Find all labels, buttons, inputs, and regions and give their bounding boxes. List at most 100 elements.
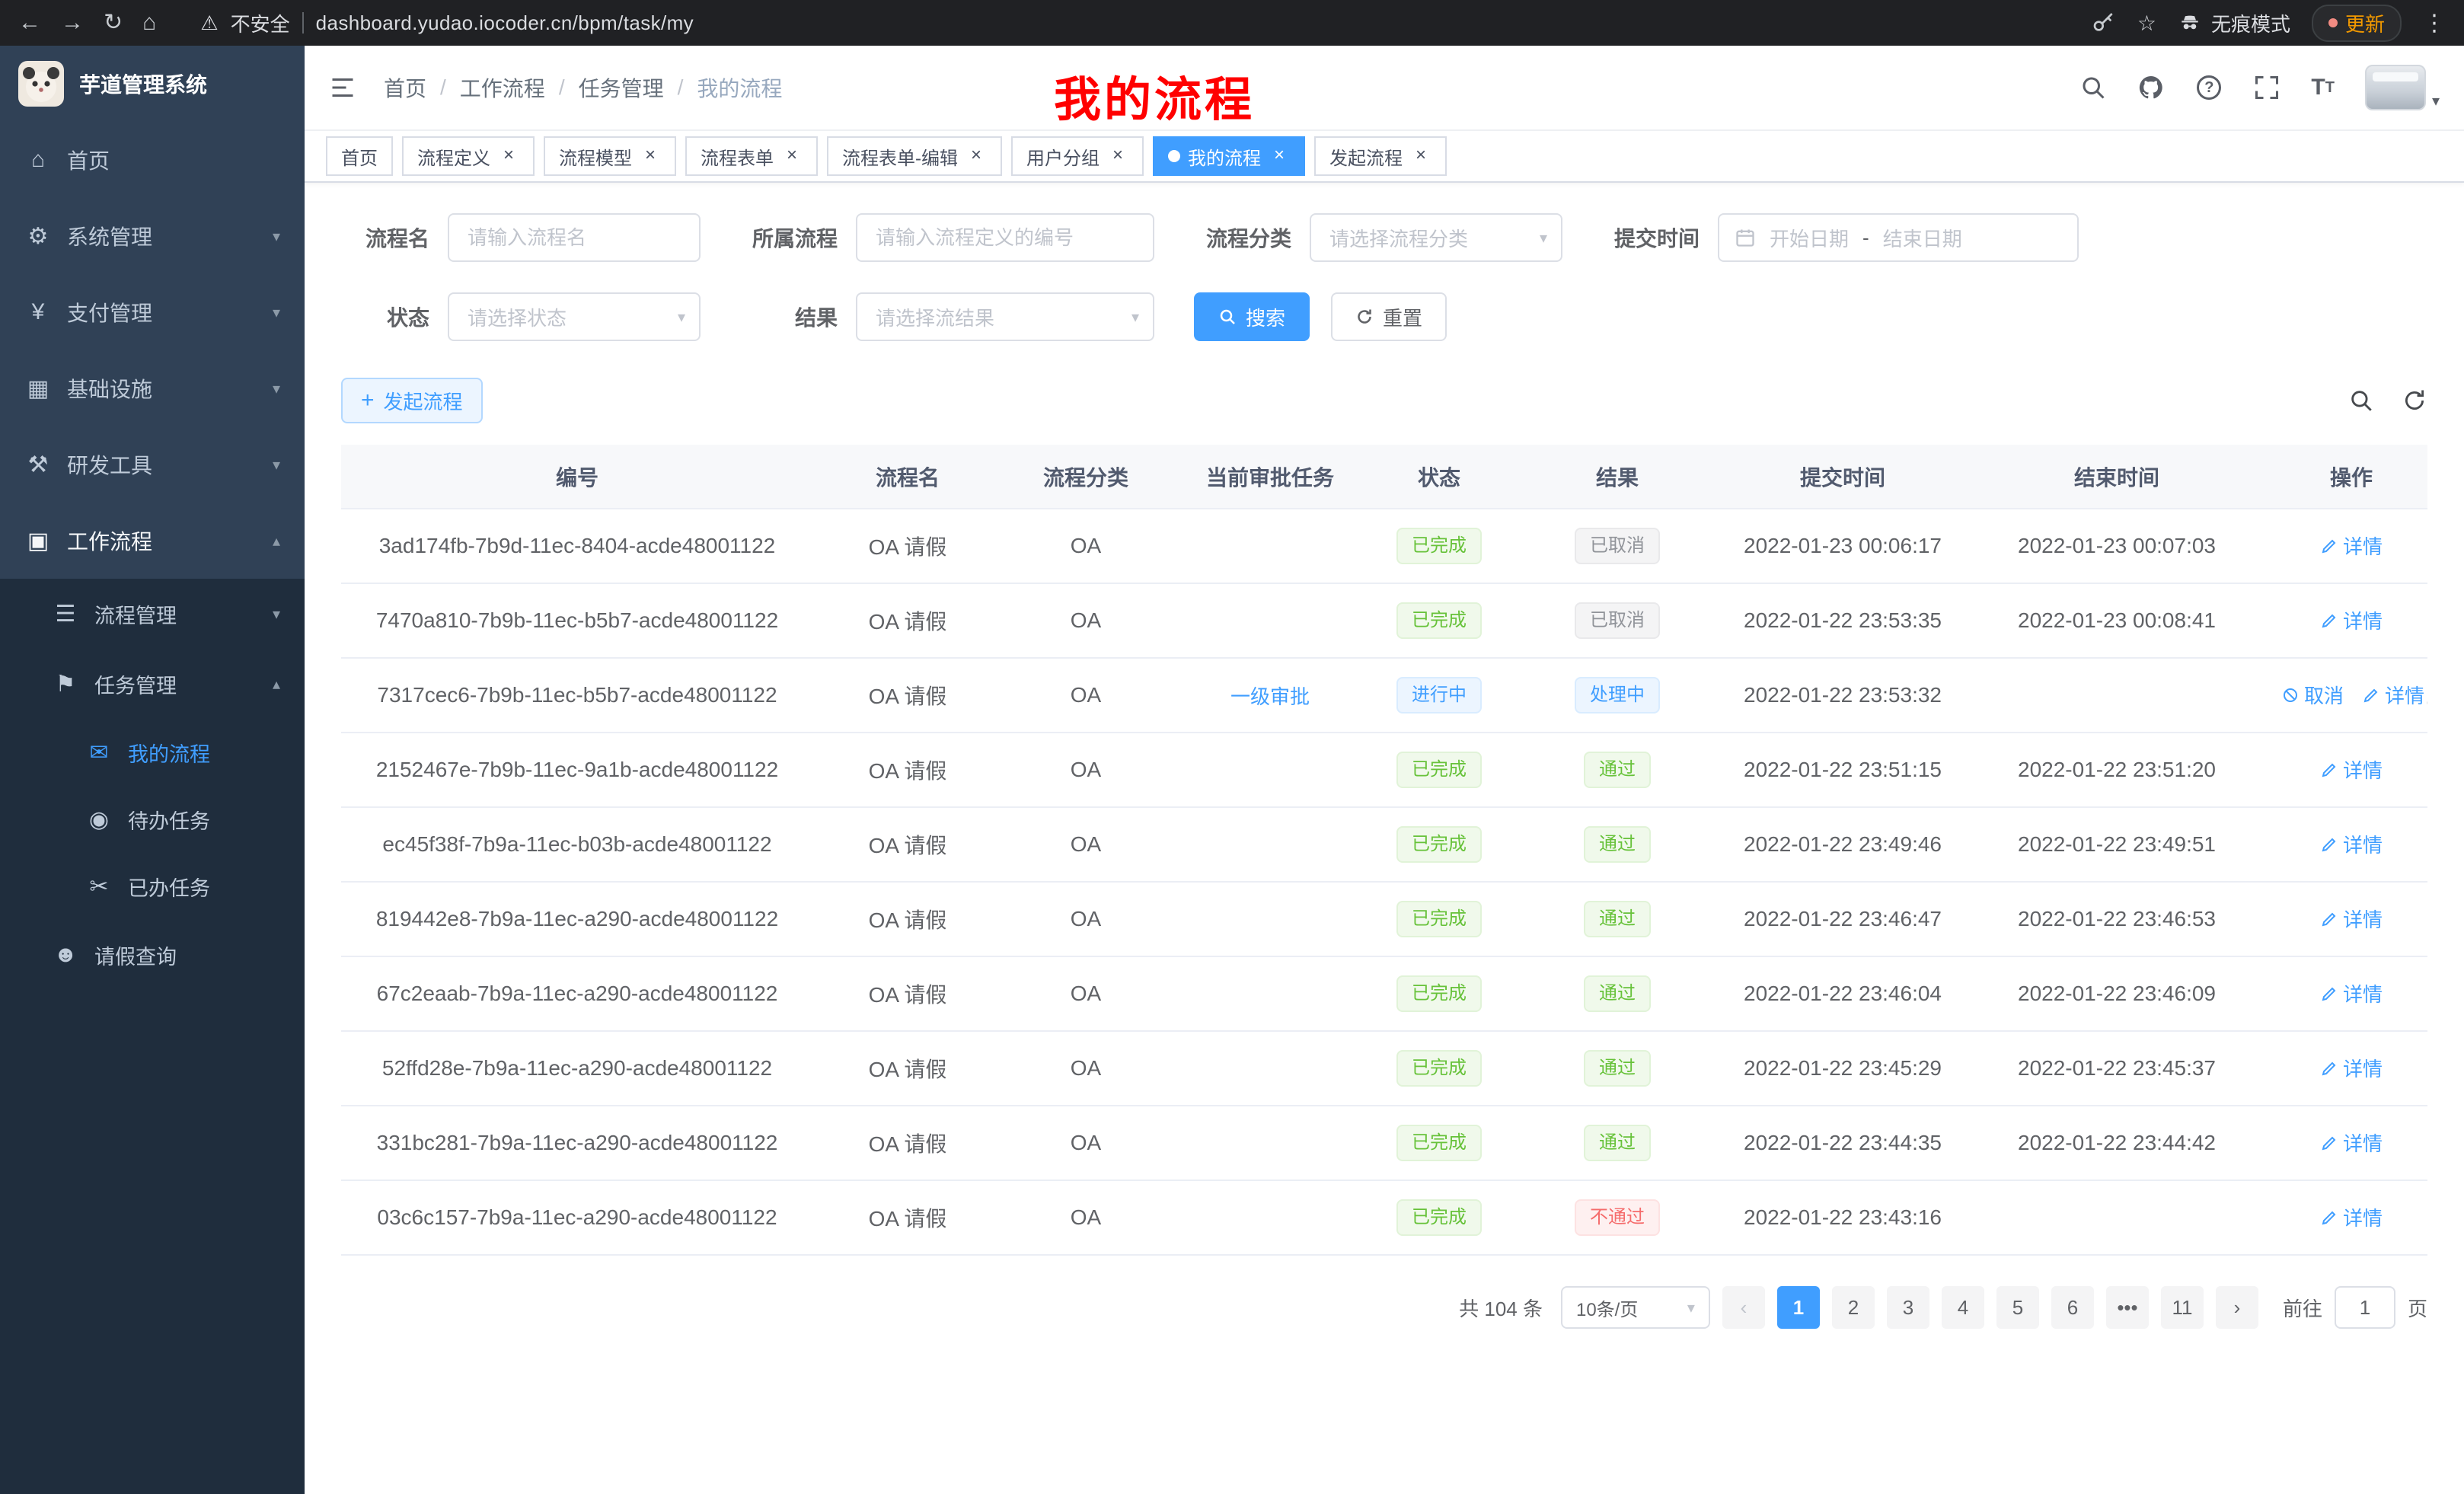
browser-forward-icon[interactable]: → xyxy=(61,11,84,34)
sidebar-item-payment[interactable]: ¥ 支付管理 ▾ xyxy=(0,274,305,350)
create-process-button[interactable]: + 发起流程 xyxy=(341,378,483,423)
address-bar[interactable]: ⚠ 不安全 dashboard.yudao.iocoder.cn/bpm/tas… xyxy=(200,9,694,37)
breadcrumb-workflow[interactable]: 工作流程 xyxy=(460,72,545,103)
close-icon[interactable]: × xyxy=(781,145,803,167)
more-pages-button[interactable]: ••• xyxy=(2106,1286,2149,1329)
goto-page-input[interactable] xyxy=(2335,1286,2395,1329)
detail-link[interactable]: 详情 xyxy=(2320,830,2383,858)
cell-submit-time: 2022-01-22 23:46:04 xyxy=(1727,956,1958,1031)
detail-link[interactable]: 详情 xyxy=(2320,1128,2383,1157)
table-row: 2152467e-7b9b-11ec-9a1b-acde48001122 OA … xyxy=(341,733,2427,807)
close-icon[interactable]: × xyxy=(1107,145,1128,167)
detail-link[interactable]: 详情 xyxy=(2320,979,2383,1007)
page-button-11[interactable]: 11 xyxy=(2161,1286,2204,1329)
status-select[interactable]: 请选择状态 ▾ xyxy=(448,292,701,341)
detail-link[interactable]: 详情 xyxy=(2320,905,2383,933)
font-size-icon[interactable]: TT xyxy=(2311,74,2335,101)
next-page-button[interactable]: › xyxy=(2216,1286,2258,1329)
detail-link[interactable]: 详情 xyxy=(2320,606,2383,634)
process-definition-input[interactable] xyxy=(856,213,1154,262)
current-task-link[interactable]: 一级审批 xyxy=(1230,682,1310,710)
detail-link[interactable]: 详情 xyxy=(2362,681,2424,709)
search-icon[interactable] xyxy=(2079,74,2107,101)
page-button-2[interactable]: 2 xyxy=(1832,1286,1875,1329)
close-icon[interactable]: × xyxy=(1269,145,1290,167)
sidebar-item-dev-tools[interactable]: ⚒ 研发工具 ▾ xyxy=(0,426,305,503)
close-icon[interactable]: × xyxy=(965,145,987,167)
tab-my-process[interactable]: 我的流程× xyxy=(1153,136,1305,176)
search-button[interactable]: 搜索 xyxy=(1194,292,1310,341)
sidebar-item-infrastructure[interactable]: ▦ 基础设施 ▾ xyxy=(0,350,305,426)
cell-name: OA 请假 xyxy=(813,658,1002,733)
detail-link[interactable]: 详情 xyxy=(2320,1054,2383,1082)
sidebar-item-task-management[interactable]: ⚑ 任务管理 ▴ xyxy=(0,649,305,719)
process-name-input[interactable] xyxy=(448,213,701,262)
page-button-6[interactable]: 6 xyxy=(2051,1286,2094,1329)
browser-menu-icon[interactable]: ⋮ xyxy=(2423,10,2446,37)
parent-process-label: 所属流程 xyxy=(740,222,838,253)
status-badge: 已完成 xyxy=(1396,1125,1482,1161)
tab-process-form[interactable]: 流程表单× xyxy=(685,136,818,176)
status-badge: 已完成 xyxy=(1396,1050,1482,1087)
bookmark-star-icon[interactable]: ☆ xyxy=(2137,11,2156,36)
cell-category: OA xyxy=(1002,583,1170,658)
submit-time-range[interactable]: 开始日期 - 结束日期 xyxy=(1718,213,2079,262)
toggle-search-icon[interactable] xyxy=(2348,388,2374,413)
password-key-icon[interactable] xyxy=(2092,11,2116,35)
reset-button[interactable]: 重置 xyxy=(1331,292,1447,341)
help-icon[interactable]: ? xyxy=(2195,74,2223,101)
sidebar-item-workflow[interactable]: ▣ 工作流程 ▴ xyxy=(0,503,305,579)
browser-reload-icon[interactable]: ↻ xyxy=(104,11,123,34)
breadcrumb-home[interactable]: 首页 xyxy=(384,72,426,103)
table-row: 3ad174fb-7b9d-11ec-8404-acde48001122 OA … xyxy=(341,509,2427,583)
page-button-3[interactable]: 3 xyxy=(1887,1286,1929,1329)
close-icon[interactable]: × xyxy=(640,145,661,167)
cell-category: OA xyxy=(1002,882,1170,956)
close-icon[interactable]: × xyxy=(498,145,519,167)
sidebar-item-home[interactable]: ⌂ 首页 xyxy=(0,122,305,198)
sidebar-item-system[interactable]: ⚙ 系统管理 ▾ xyxy=(0,198,305,274)
tab-start-process[interactable]: 发起流程× xyxy=(1314,136,1447,176)
sidebar-item-process-management[interactable]: ☰ 流程管理 ▾ xyxy=(0,579,305,649)
col-status: 状态 xyxy=(1371,445,1508,509)
github-icon[interactable] xyxy=(2137,74,2165,101)
detail-link[interactable]: 详情 xyxy=(2320,532,2383,560)
tab-process-form-edit[interactable]: 流程表单-编辑× xyxy=(827,136,1002,176)
browser-home-icon[interactable]: ⌂ xyxy=(142,11,156,34)
sidebar-item-leave-query[interactable]: ☻ 请假查询 xyxy=(0,920,305,990)
user-menu[interactable]: ▾ xyxy=(2365,65,2440,110)
main-content: 首页 / 工作流程 / 任务管理 / 我的流程 我的流程 ? xyxy=(305,46,2464,1494)
page-button-1[interactable]: 1 xyxy=(1777,1286,1820,1329)
page-button-4[interactable]: 4 xyxy=(1942,1286,1984,1329)
refresh-icon[interactable] xyxy=(2402,388,2427,413)
tab-home[interactable]: 首页 xyxy=(326,136,393,176)
end-date-placeholder: 结束日期 xyxy=(1883,224,1962,252)
browser-update-button[interactable]: 更新 xyxy=(2312,5,2402,42)
app-logo[interactable]: 芋道管理系统 xyxy=(0,46,305,122)
page-size-select[interactable]: 10条/页 ▾ xyxy=(1561,1286,1710,1329)
page-button-5[interactable]: 5 xyxy=(1996,1286,2039,1329)
sidebar-item-my-process[interactable]: ✉ 我的流程 xyxy=(0,719,305,786)
cell-end-time: 2022-01-23 00:08:41 xyxy=(1958,583,2275,658)
detail-link[interactable]: 详情 xyxy=(2320,1203,2383,1231)
sidebar-item-todo-tasks[interactable]: ◉ 待办任务 xyxy=(0,786,305,853)
result-badge: 通过 xyxy=(1584,826,1651,863)
prev-page-button[interactable]: ‹ xyxy=(1722,1286,1765,1329)
browser-back-icon[interactable]: ← xyxy=(18,11,41,34)
cancel-link[interactable]: 取消 xyxy=(2281,681,2344,709)
category-select[interactable]: 请选择流程分类 ▾ xyxy=(1310,213,1562,262)
close-icon[interactable]: × xyxy=(1410,145,1431,167)
result-select[interactable]: 请选择流结果 ▾ xyxy=(856,292,1154,341)
tab-process-model[interactable]: 流程模型× xyxy=(544,136,676,176)
tab-user-group[interactable]: 用户分组× xyxy=(1011,136,1144,176)
submit-time-label: 提交时间 xyxy=(1602,222,1700,253)
fullscreen-icon[interactable] xyxy=(2253,74,2280,101)
cell-name: OA 请假 xyxy=(813,1106,1002,1180)
sidebar-item-done-tasks[interactable]: ✂ 已办任务 xyxy=(0,853,305,920)
result-badge: 不通过 xyxy=(1575,1199,1660,1236)
table-row: 7317cec6-7b9b-11ec-b5b7-acde48001122 OA … xyxy=(341,658,2427,733)
sidebar-toggle-icon[interactable] xyxy=(329,74,356,101)
detail-link[interactable]: 详情 xyxy=(2320,755,2383,784)
tab-process-definition[interactable]: 流程定义× xyxy=(402,136,535,176)
breadcrumb-task-management[interactable]: 任务管理 xyxy=(579,72,664,103)
